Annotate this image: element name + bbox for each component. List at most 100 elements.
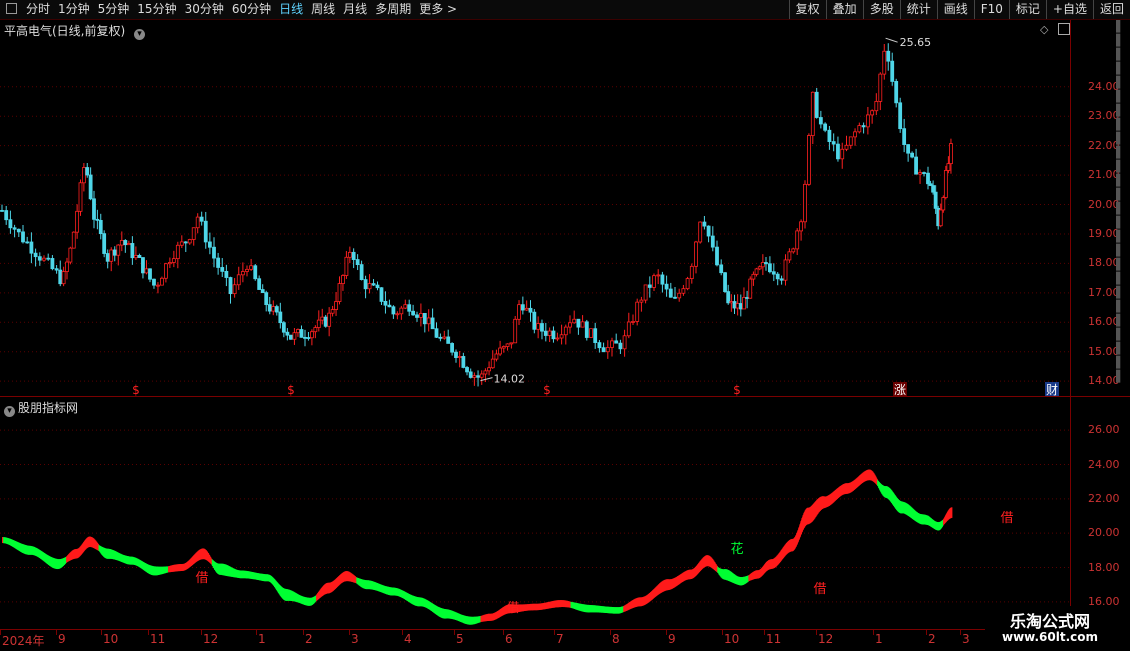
candle — [593, 328, 598, 343]
candle — [267, 304, 272, 312]
price-chart[interactable]: 25.65 14.02 $ $ $ $ 涨 财 — [0, 20, 1070, 396]
event-marker-1[interactable]: $ — [287, 383, 295, 396]
candle — [422, 313, 427, 325]
period-tab-4[interactable]: 30分钟 — [185, 1, 224, 18]
event-marker-2[interactable]: $ — [543, 383, 551, 396]
candle — [878, 73, 883, 102]
candle — [355, 259, 360, 266]
candle — [494, 353, 499, 360]
toolbar-button-7[interactable]: +自选 — [1045, 0, 1093, 19]
candle — [141, 257, 145, 274]
period-tab-0[interactable]: 分时 — [26, 1, 50, 18]
candle — [403, 304, 408, 309]
candle — [643, 284, 648, 301]
period-tab-9[interactable]: 多周期 — [375, 1, 411, 18]
candle — [799, 221, 803, 232]
candle — [454, 351, 458, 358]
candle — [775, 273, 780, 280]
candle — [487, 367, 491, 372]
candle — [610, 340, 614, 348]
period-tab-2[interactable]: 5分钟 — [98, 1, 130, 18]
period-tab-3[interactable]: 15分钟 — [137, 1, 176, 18]
candle — [316, 319, 321, 328]
event-marker-3[interactable]: $ — [733, 383, 741, 396]
candle — [123, 240, 128, 246]
date-label-17: 1 — [875, 632, 883, 646]
candle — [698, 221, 703, 243]
candle — [844, 144, 849, 150]
candle — [109, 249, 114, 262]
candle — [25, 241, 30, 244]
candle — [941, 197, 946, 211]
candle — [505, 343, 510, 347]
candle — [203, 220, 208, 243]
period-tab-8[interactable]: 月线 — [343, 1, 367, 18]
signal-label-1: 借 — [506, 601, 519, 616]
candle — [738, 303, 743, 310]
candle — [584, 321, 589, 338]
candle — [306, 337, 311, 339]
candle — [635, 301, 640, 322]
candle — [836, 143, 840, 160]
event-marker-5[interactable]: 财 — [1046, 383, 1058, 396]
candle — [479, 373, 484, 378]
candle — [450, 343, 455, 353]
candle — [119, 240, 124, 246]
layout-icon[interactable] — [6, 3, 17, 14]
period-tab-10[interactable]: 更多 > — [419, 1, 457, 18]
candle — [446, 336, 451, 344]
candle — [890, 60, 895, 82]
candle — [689, 265, 694, 279]
candle — [137, 254, 142, 258]
toolbar-button-1[interactable]: 叠加 — [825, 0, 863, 19]
indicator-tick-4: 18.00 — [1088, 560, 1120, 574]
candle — [187, 239, 192, 244]
candle — [37, 256, 42, 261]
toolbar-button-5[interactable]: F10 — [973, 0, 1009, 19]
toolbar-button-3[interactable]: 统计 — [899, 0, 937, 19]
candle — [81, 167, 86, 184]
candle — [601, 347, 606, 353]
candle — [88, 174, 93, 200]
toolbar-button-6[interactable]: 标记 — [1008, 0, 1046, 19]
period-tab-1[interactable]: 1分钟 — [58, 1, 90, 18]
watermark-name: 乐淘公式网 — [1009, 612, 1090, 631]
date-label-9: 5 — [456, 632, 464, 646]
candle — [163, 263, 168, 279]
candle — [814, 91, 819, 118]
candle — [572, 318, 577, 324]
candle — [626, 321, 631, 337]
candle — [156, 284, 160, 287]
period-tab-7[interactable]: 周线 — [311, 1, 335, 18]
date-label-18: 2 — [928, 632, 936, 646]
candle — [323, 316, 328, 327]
event-marker-4[interactable]: 涨 — [894, 382, 906, 396]
candle — [943, 170, 948, 198]
candle — [418, 313, 423, 318]
candle — [160, 277, 164, 286]
candle — [171, 258, 176, 263]
date-label-19: 3 — [962, 632, 970, 646]
candle — [130, 243, 135, 259]
date-tick — [402, 630, 403, 635]
toolbar-button-0[interactable]: 复权 — [788, 0, 826, 19]
candle — [840, 148, 845, 160]
toolbar-button-8[interactable]: 返回 — [1092, 0, 1130, 19]
candle — [299, 329, 304, 338]
candle — [681, 288, 686, 294]
period-tab-5[interactable]: 60分钟 — [232, 1, 271, 18]
indicator-chart[interactable]: 借借花借借 — [0, 397, 1070, 629]
candle — [476, 375, 480, 378]
event-marker-0[interactable]: $ — [132, 383, 140, 396]
candle — [555, 337, 560, 340]
period-tab-6[interactable]: 日线 — [279, 1, 303, 18]
date-label-1: 9 — [58, 632, 66, 646]
date-tick — [56, 630, 57, 635]
candle — [729, 301, 734, 304]
toolbar-button-2[interactable]: 多股 — [862, 0, 900, 19]
candle — [865, 114, 870, 128]
toolbar-button-4[interactable]: 画线 — [936, 0, 974, 19]
candle — [457, 356, 462, 358]
candle — [520, 304, 525, 311]
date-tick — [349, 630, 350, 635]
